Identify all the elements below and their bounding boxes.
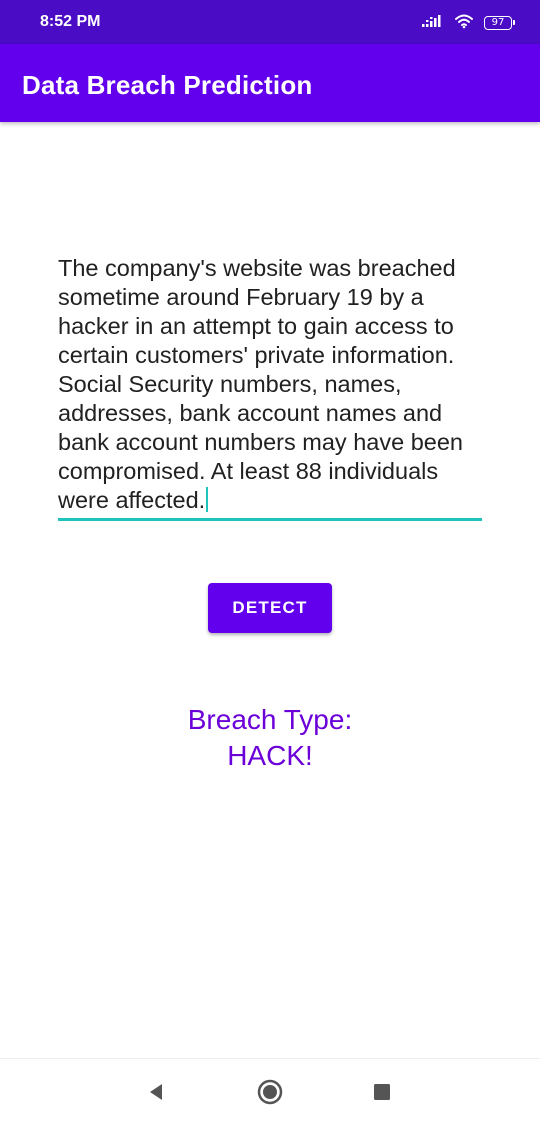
app-bar: Data Breach Prediction (0, 44, 540, 122)
wifi-icon (454, 13, 474, 34)
status-bar: 8:52 PM 97 (0, 0, 540, 44)
back-icon[interactable] (143, 1079, 169, 1105)
home-icon[interactable] (257, 1079, 283, 1105)
result-label: Breach Type: (187, 704, 353, 735)
status-time: 8:52 PM (40, 13, 101, 30)
result-panel: Breach Type: HACK! (0, 702, 540, 774)
text-cursor (206, 487, 209, 512)
detect-button[interactable]: DETECT (208, 583, 332, 633)
recents-icon[interactable] (369, 1079, 395, 1105)
battery-icon: 97 (484, 16, 515, 30)
input-underline (58, 518, 482, 521)
breach-description-input[interactable]: The company's website was breached somet… (58, 254, 482, 520)
result-value: HACK! (227, 740, 313, 771)
signal-icon (422, 14, 444, 33)
breach-description-text: The company's website was breached somet… (58, 255, 463, 513)
navigation-bar (0, 1058, 540, 1124)
status-icons: 97 (422, 13, 515, 34)
app-title: Data Breach Prediction (22, 70, 313, 100)
